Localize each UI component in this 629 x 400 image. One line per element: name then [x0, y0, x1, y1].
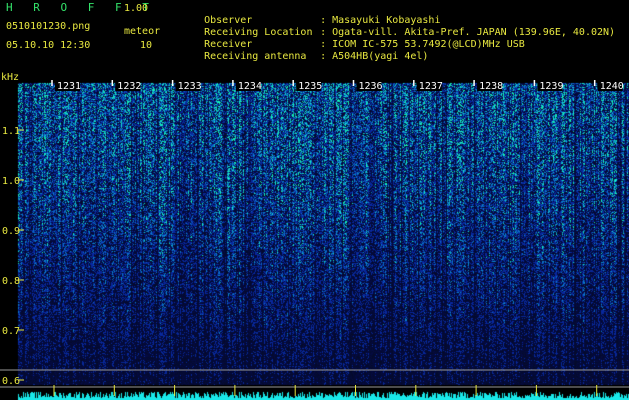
app-version: 1.00: [124, 3, 149, 14]
y-tick-label: 1.1: [2, 126, 20, 137]
mode-label: meteor: [124, 26, 161, 37]
y-tick-label: 0.6: [2, 376, 20, 387]
info-separator: :: [320, 51, 327, 62]
time-tick-label: 1231: [57, 81, 81, 92]
hroft-screen: H R O F F T 1.00 0510101230.png meteor 0…: [0, 0, 629, 400]
time-tick-label: 1240: [600, 81, 624, 92]
axis-unit-label: kHz: [1, 72, 20, 83]
time-tick-label: 1239: [539, 81, 563, 92]
info-antenna: Receiving antenna: A504HB(yagi 4el): [180, 40, 428, 73]
time-tick-label: 1232: [117, 81, 141, 92]
time-tick-label: 1238: [479, 81, 503, 92]
time-tick-label: 1233: [178, 81, 202, 92]
y-tick-label: 0.7: [2, 326, 20, 337]
info-value: A504HB(yagi 4el): [332, 51, 429, 62]
y-tick-label: 1.0: [2, 176, 20, 187]
y-tick-label: 0.8: [2, 276, 20, 287]
y-tick-label: 0.9: [2, 226, 20, 237]
timestamp: 05.10.10 12:30: [6, 40, 91, 51]
spectrogram-overlay: 1.1 1.0 0.9 0.8 0.7 0.6 1231 1232 1233 1234 1235 12…: [0, 80, 629, 396]
file-name: 0510101230.png: [6, 21, 91, 32]
info-label: Receiving antenna: [204, 51, 307, 62]
spectrogram-panel: 1.1 1.0 0.9 0.8 0.7 0.6 1231 1232 1233 1234 1235 12…: [0, 80, 629, 400]
time-tick-label: 1234: [238, 81, 262, 92]
time-tick-label: 1236: [359, 81, 383, 92]
time-tick-label: 1237: [419, 81, 443, 92]
mode-value: 10: [140, 40, 153, 51]
time-tick-label: 1235: [298, 81, 322, 92]
